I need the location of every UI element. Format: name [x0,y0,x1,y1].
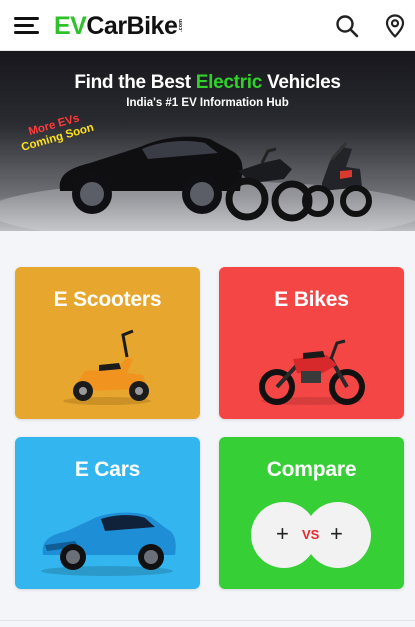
category-label: Compare [266,458,357,481]
category-card-compare[interactable]: Compare + VS + [219,437,404,589]
logo-tld-text: .com [178,19,185,32]
section-divider [0,620,415,621]
logo-ev-text: EV [54,12,87,40]
logo-carbike-text: CarBike [86,12,178,40]
hero-banner[interactable]: Find the Best Electric Vehicles India's … [0,51,415,231]
site-logo[interactable]: EV CarBike .com [54,11,184,41]
search-icon[interactable] [334,13,360,39]
electric-motorbike-image [259,339,365,405]
hero-subtitle: India's #1 EV Information Hub [126,97,289,109]
plus-icon: + [330,521,343,546]
app-header: EV CarBike .com [0,0,415,51]
category-card-e-bikes[interactable]: E Bikes [219,267,404,419]
electric-car-image [41,512,176,576]
category-label: E Scooters [53,288,162,311]
plus-icon: + [276,521,289,546]
electric-scooter-image [63,329,151,405]
category-card-e-cars[interactable]: E Cars [15,437,200,589]
hero-title-accent: Electric [195,72,263,93]
category-label: E Cars [74,458,141,481]
category-label: E Bikes [274,288,349,311]
hamburger-menu-icon[interactable] [14,14,42,38]
vs-label: VS [302,527,320,542]
location-pin-icon[interactable] [382,13,408,39]
hero-title: Find the Best Electric Vehicles [74,72,341,93]
category-card-e-scooters[interactable]: E Scooters [15,267,200,419]
